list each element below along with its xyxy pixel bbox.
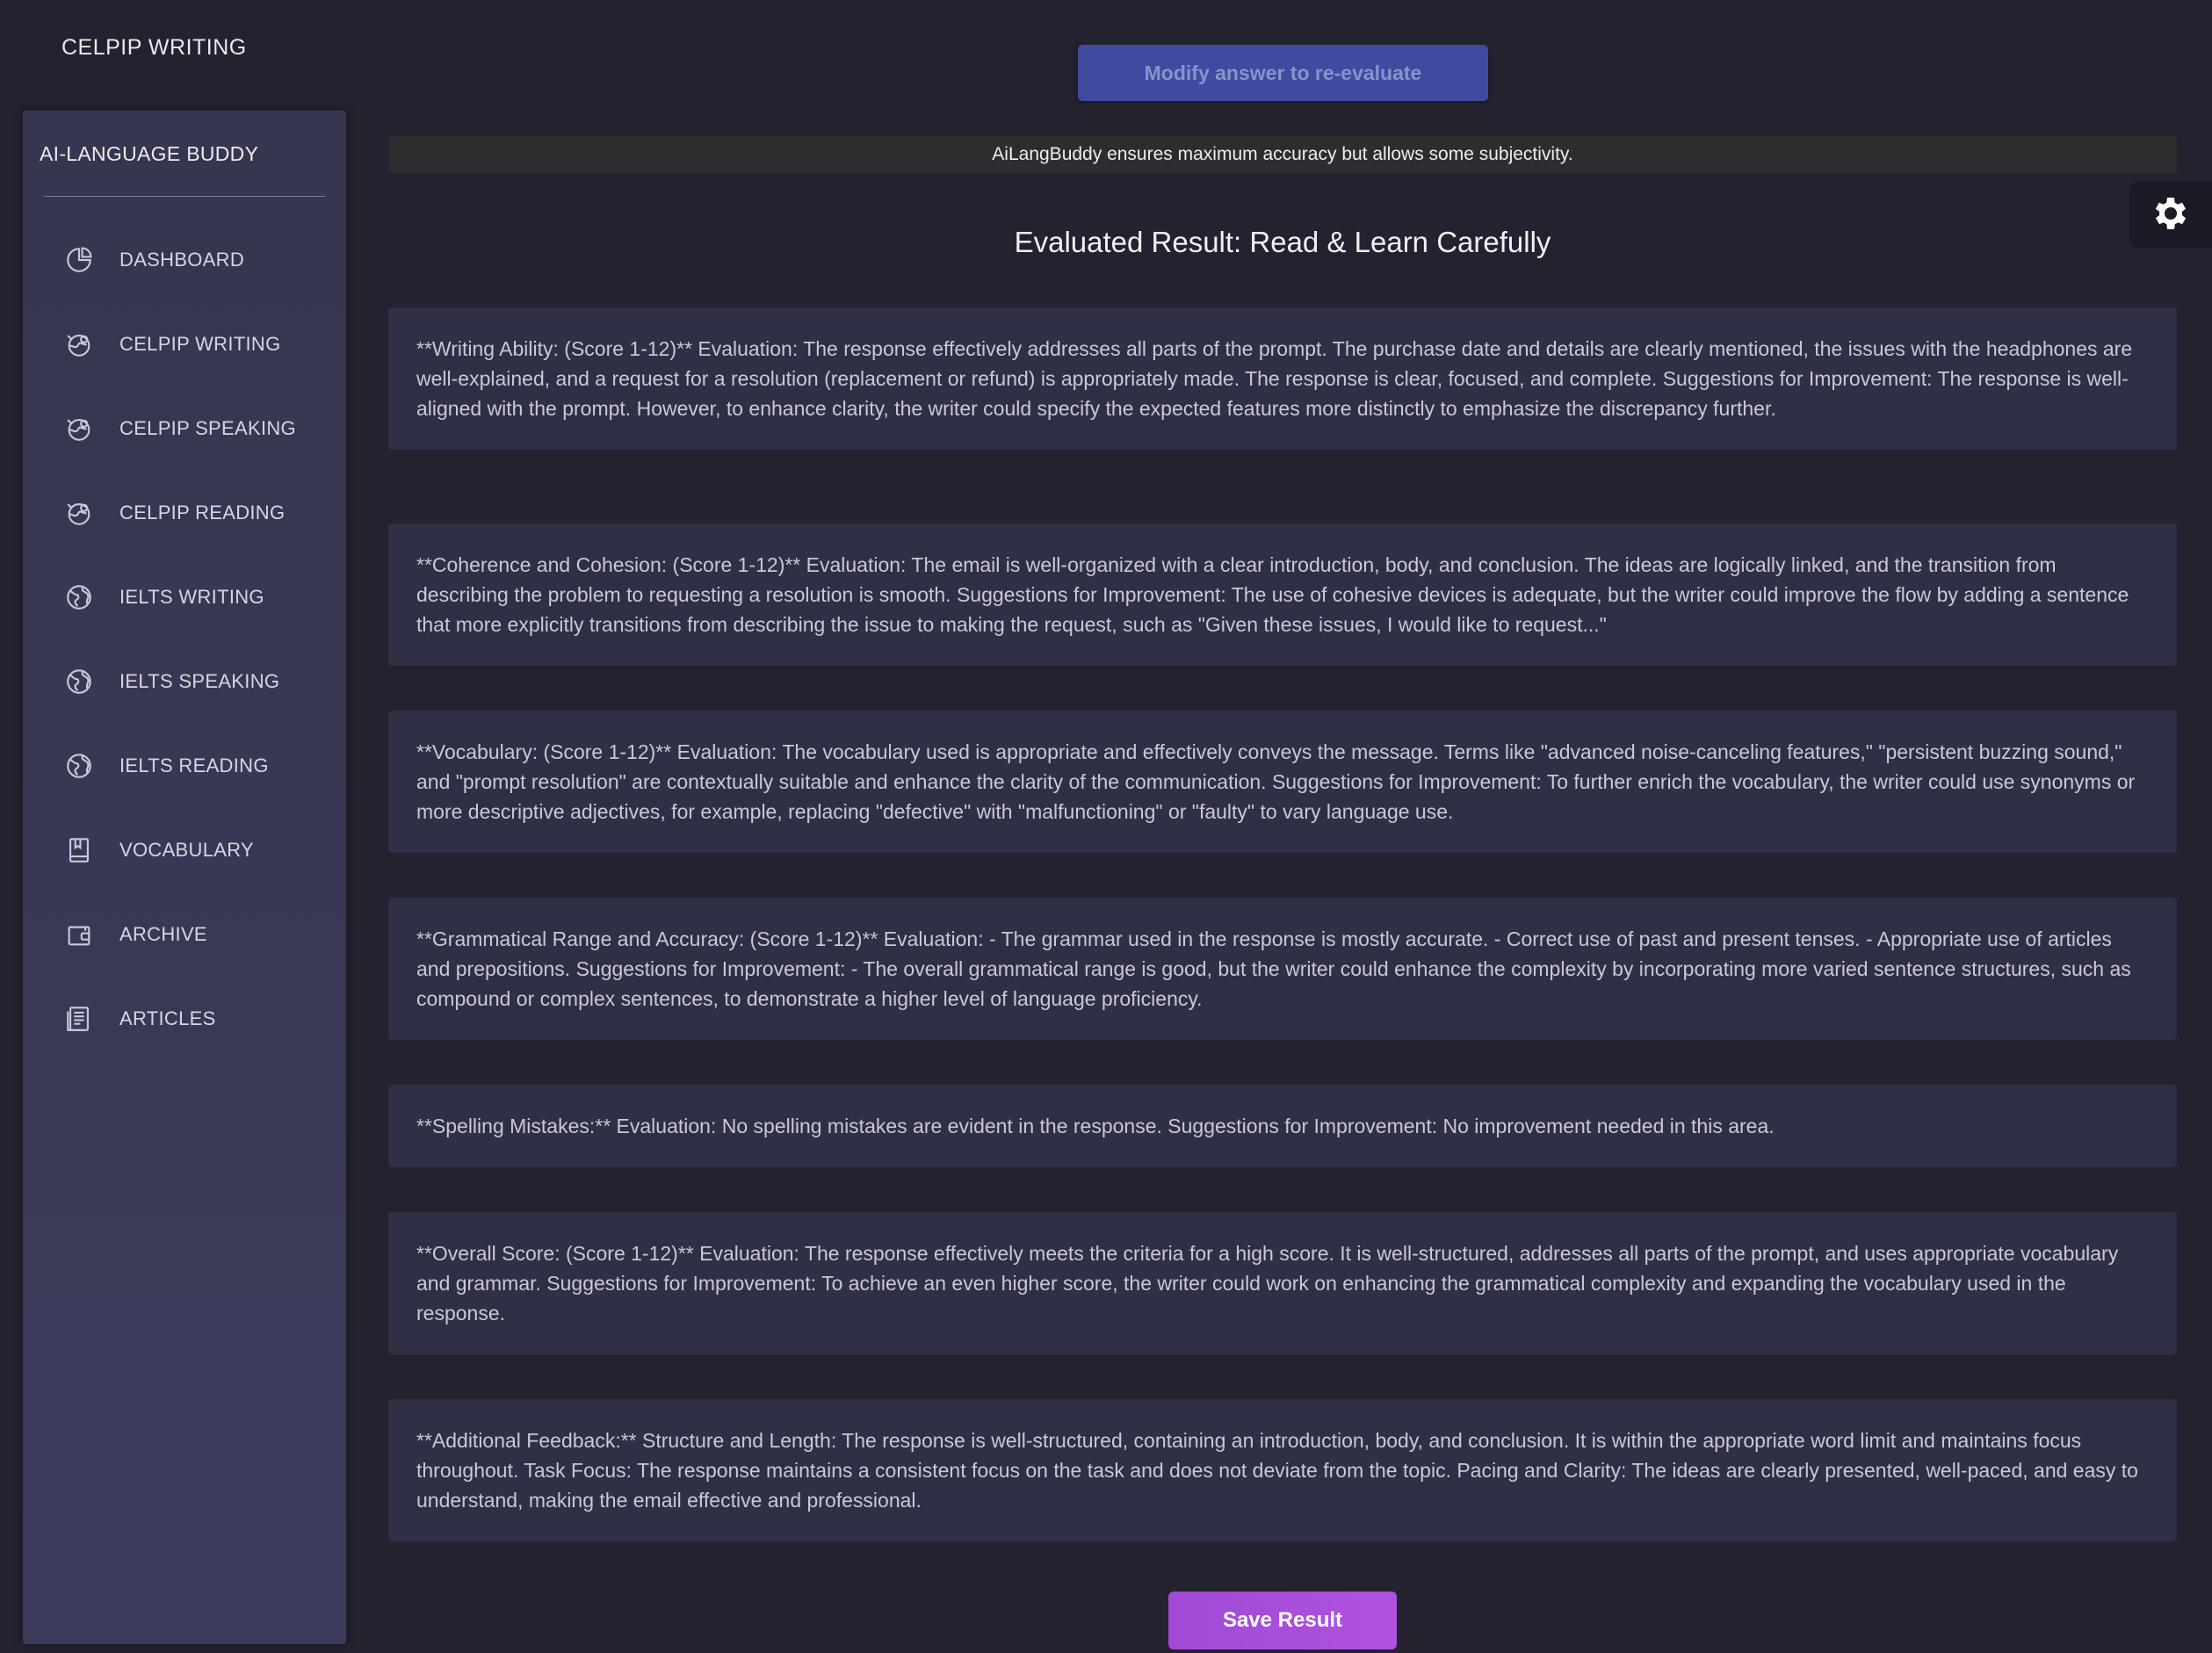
sidebar-item-vocabulary[interactable]: VOCABULARY <box>23 808 346 892</box>
sidebar-item-label: ARCHIVE <box>119 923 207 945</box>
sidebar-nav: DASHBOARD CELPIP WRITING CELPIP SPEAKING… <box>23 218 346 1061</box>
gear-icon <box>2150 192 2192 239</box>
sidebar-item-dashboard[interactable]: DASHBOARD <box>23 218 346 302</box>
settings-button[interactable] <box>2129 182 2212 249</box>
sidebar-item-ielts-speaking[interactable]: IELTS SPEAKING <box>23 639 346 724</box>
feedback-grammar: **Grammatical Range and Accuracy: (Score… <box>388 898 2177 1040</box>
sidebar-item-label: CELPIP READING <box>119 502 286 523</box>
globe-pin-icon <box>63 328 95 360</box>
app-title: CELPIP WRITING <box>61 35 247 60</box>
sidebar-item-articles[interactable]: ARTICLES <box>23 977 346 1061</box>
sidebar-item-label: VOCABULARY <box>119 839 254 861</box>
sidebar-item-label: DASHBOARD <box>119 249 245 271</box>
sidebar: AI-LANGUAGE BUDDY DASHBOARD CELPIP WRITI… <box>23 111 346 1644</box>
feedback-writing-ability: **Writing Ability: (Score 1-12)** Evalua… <box>388 307 2177 450</box>
book-icon <box>63 834 95 866</box>
sidebar-item-label: IELTS WRITING <box>119 586 264 608</box>
sidebar-item-celpip-speaking[interactable]: CELPIP SPEAKING <box>23 386 346 471</box>
page-title: Evaluated Result: Read & Learn Carefully <box>1014 226 1551 258</box>
document-icon <box>63 1003 95 1035</box>
brand-divider <box>44 196 325 197</box>
globe-icon <box>63 666 95 697</box>
feedback-coherence-cohesion: **Coherence and Cohesion: (Score 1-12)**… <box>388 523 2177 666</box>
sidebar-item-label: IELTS SPEAKING <box>119 670 280 692</box>
sidebar-item-label: ARTICLES <box>119 1007 216 1029</box>
sidebar-item-ielts-reading[interactable]: IELTS READING <box>23 724 346 808</box>
globe-icon <box>63 750 95 782</box>
feedback-overall-score: **Overall Score: (Score 1-12)** Evaluati… <box>388 1212 2177 1354</box>
sidebar-item-ielts-writing[interactable]: IELTS WRITING <box>23 555 346 639</box>
feedback-vocabulary: **Vocabulary: (Score 1-12)** Evaluation:… <box>388 711 2177 853</box>
globe-pin-icon <box>63 497 95 529</box>
main-content: Modify answer to re-evaluate AiLangBuddy… <box>388 0 2177 1653</box>
sidebar-item-label: CELPIP WRITING <box>119 333 281 355</box>
pie-chart-icon <box>63 244 95 276</box>
sidebar-item-label: CELPIP SPEAKING <box>119 417 296 439</box>
globe-icon <box>63 581 95 613</box>
feedback-additional: **Additional Feedback:** Structure and L… <box>388 1399 2177 1541</box>
wallet-icon <box>63 919 95 950</box>
sidebar-item-label: IELTS READING <box>119 754 269 776</box>
brand-name: AI-LANGUAGE BUDDY <box>40 142 259 165</box>
accuracy-disclaimer: AiLangBuddy ensures maximum accuracy but… <box>388 136 2177 173</box>
feedback-spelling: **Spelling Mistakes:** Evaluation: No sp… <box>388 1085 2177 1167</box>
save-result-button[interactable]: Save Result <box>1168 1592 1397 1649</box>
modify-answer-button[interactable]: Modify answer to re-evaluate <box>1078 45 1488 101</box>
sidebar-item-celpip-reading[interactable]: CELPIP READING <box>23 471 346 555</box>
sidebar-item-celpip-writing[interactable]: CELPIP WRITING <box>23 302 346 386</box>
sidebar-item-archive[interactable]: ARCHIVE <box>23 892 346 977</box>
globe-pin-icon <box>63 413 95 444</box>
